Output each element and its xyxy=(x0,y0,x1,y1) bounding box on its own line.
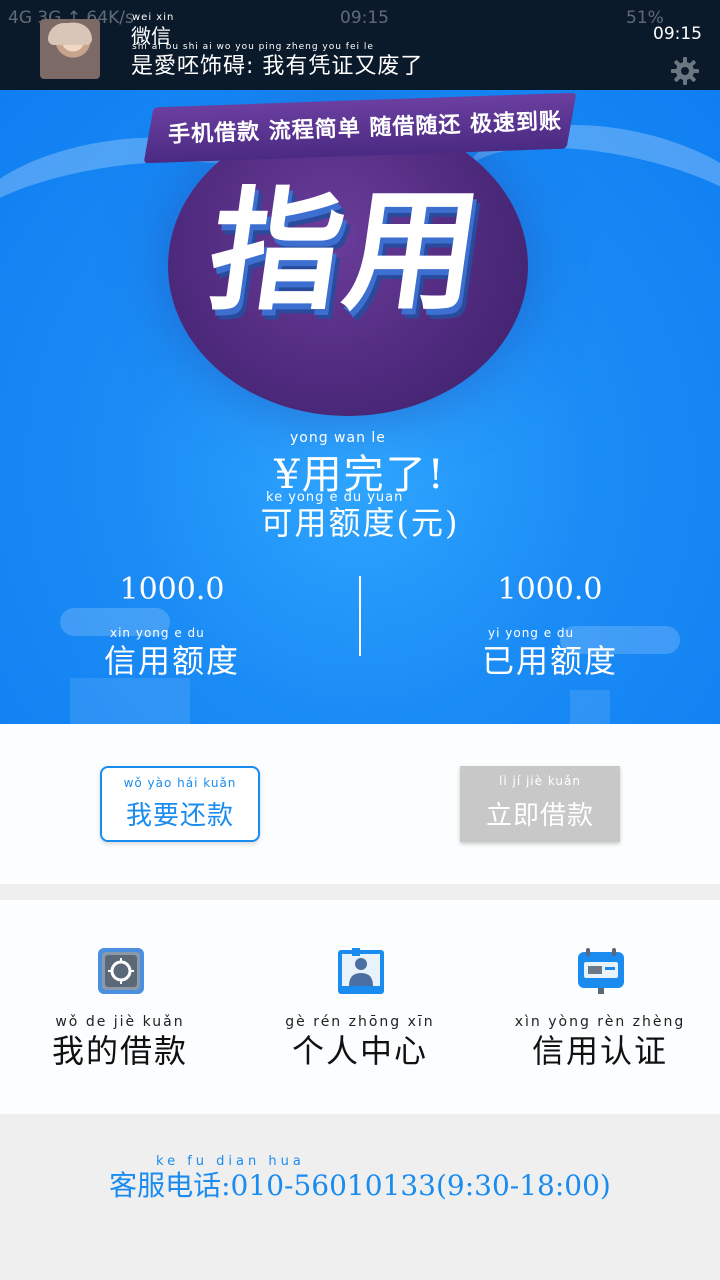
stat-divider xyxy=(359,576,361,656)
building-decoration xyxy=(570,690,610,724)
repay-button-pinyin: wǒ yào hái kuǎn xyxy=(123,776,237,790)
customer-service-phone[interactable]: 客服电话:010-56010133(9:30-18:00) xyxy=(0,1164,720,1204)
footer: ke fu dian hua 客服电话:010-56010133(9:30-18… xyxy=(0,1114,720,1280)
used-limit-label: 已用额度 xyxy=(481,642,618,680)
menu-label: 我的借款 xyxy=(51,1032,188,1070)
repay-button[interactable]: wǒ yào hái kuǎn 我要还款 xyxy=(100,766,260,842)
borrow-now-button[interactable]: lì jí jiè kuǎn 立即借款 xyxy=(460,766,620,842)
menu-label: 个人中心 xyxy=(291,1032,428,1070)
brand-logo: 指用 xyxy=(199,175,494,329)
notification-message: 是愛呸饰碍: 我有凭证又废了 xyxy=(131,54,424,79)
hero-banner: 手机借款 流程简单 随借随还 极速到账 指用 yong wan le ¥用完了!… xyxy=(0,90,720,724)
action-panel: wǒ yào hái kuǎn 我要还款 lì jí jiè kuǎn 立即借款 xyxy=(0,724,720,884)
notification-bar[interactable]: 4G 3G ↑ 64K/s 09:15 51% wei xin 微信 shi a… xyxy=(0,0,720,90)
status-clock: 09:15 xyxy=(340,8,389,28)
used-limit-value: 1000.0 xyxy=(497,572,603,607)
avatar xyxy=(40,19,100,79)
safe-icon xyxy=(98,948,144,994)
menu-label: 信用认证 xyxy=(531,1032,668,1070)
building-decoration xyxy=(70,678,190,724)
credit-limit-value: 1000.0 xyxy=(119,572,225,607)
credit-limit-label: 信用额度 xyxy=(103,642,240,680)
menu-item-my-loans[interactable]: wǒ de jiè kuǎn 我的借款 xyxy=(0,900,240,1114)
menu-item-personal-center[interactable]: gè rén zhōng xīn 个人中心 xyxy=(240,900,480,1114)
feature-menu: wǒ de jiè kuǎn 我的借款 gè rén zhōng xīn 个人中… xyxy=(0,900,720,1114)
repay-button-label: 我要还款 xyxy=(125,800,234,831)
notification-time: 09:15 xyxy=(653,24,702,44)
available-amount-label: 可用额度(元) xyxy=(260,504,460,542)
borrow-button-pinyin: lì jí jiè kuǎn xyxy=(499,774,581,788)
person-card-icon xyxy=(338,948,384,994)
gear-icon[interactable] xyxy=(670,56,700,86)
borrow-button-label: 立即借款 xyxy=(485,800,594,831)
credit-card-icon xyxy=(578,948,624,994)
menu-item-credit-auth[interactable]: xìn yòng rèn zhèng 信用认证 xyxy=(480,900,720,1114)
